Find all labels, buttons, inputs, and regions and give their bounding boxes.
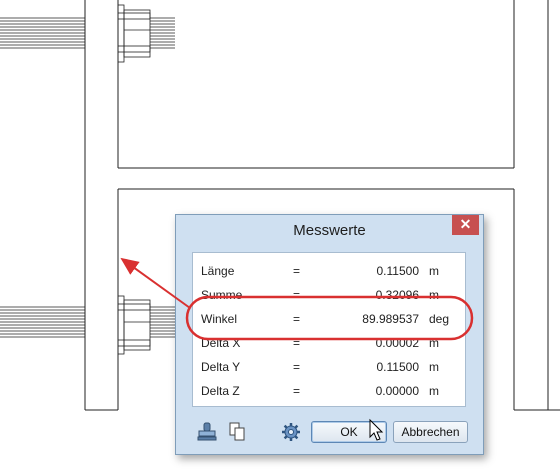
dialog-title[interactable]: Messwerte [176, 215, 483, 245]
row-label: Summe [201, 288, 243, 302]
measurement-list: Länge = 0.11500 m Summe = 0.32096 m Wink… [192, 252, 466, 407]
row-unit: m [429, 384, 439, 398]
measurement-row-delta-y: Delta Y = 0.11500 m [193, 355, 465, 379]
row-label: Delta X [201, 336, 241, 350]
row-unit: m [429, 336, 439, 350]
close-button[interactable]: ✕ [452, 215, 479, 235]
row-unit: m [429, 360, 439, 374]
row-label: Delta Z [201, 384, 240, 398]
row-value: 0.11500 [376, 360, 420, 374]
row-label: Länge [201, 264, 235, 278]
row-value: 0.32096 [375, 288, 419, 302]
row-label: Delta Y [201, 360, 241, 374]
row-value: 0.00000 [375, 384, 419, 398]
measurement-dialog: Messwerte ✕ Länge = 0.11500 m Summe = 0.… [175, 214, 484, 455]
row-equals: = [293, 384, 301, 398]
row-equals: = [293, 288, 301, 302]
measurement-row-length: Länge = 0.11500 m [193, 259, 465, 283]
gear-icon[interactable] [280, 421, 302, 443]
row-value: 0.11500 [376, 264, 420, 278]
row-equals: = [293, 336, 301, 350]
measurement-row-angle: Winkel = 89.989537 deg [193, 307, 465, 331]
threaded-rod-lower [0, 295, 175, 355]
row-label: Winkel [201, 312, 238, 326]
row-equals: = [293, 360, 301, 374]
copy-icon[interactable] [226, 421, 248, 443]
threaded-rod-upper [0, 4, 175, 63]
stamp-icon[interactable] [196, 421, 218, 443]
dialog-button-bar: OK Abbrechen [192, 417, 472, 447]
ok-button[interactable]: OK [311, 421, 387, 443]
row-value: 89.989537 [362, 312, 419, 326]
measurement-row-delta-x: Delta X = 0.00002 m [193, 331, 465, 355]
row-equals: = [293, 312, 301, 326]
measurement-row-delta-z: Delta Z = 0.00000 m [193, 379, 465, 403]
cancel-button[interactable]: Abbrechen [393, 421, 468, 443]
measurement-row-sum: Summe = 0.32096 m [193, 283, 465, 307]
row-unit: deg [429, 312, 450, 326]
row-value: 0.00002 [375, 336, 419, 350]
row-equals: = [293, 264, 301, 278]
row-unit: m [429, 288, 439, 302]
row-unit: m [429, 264, 439, 278]
